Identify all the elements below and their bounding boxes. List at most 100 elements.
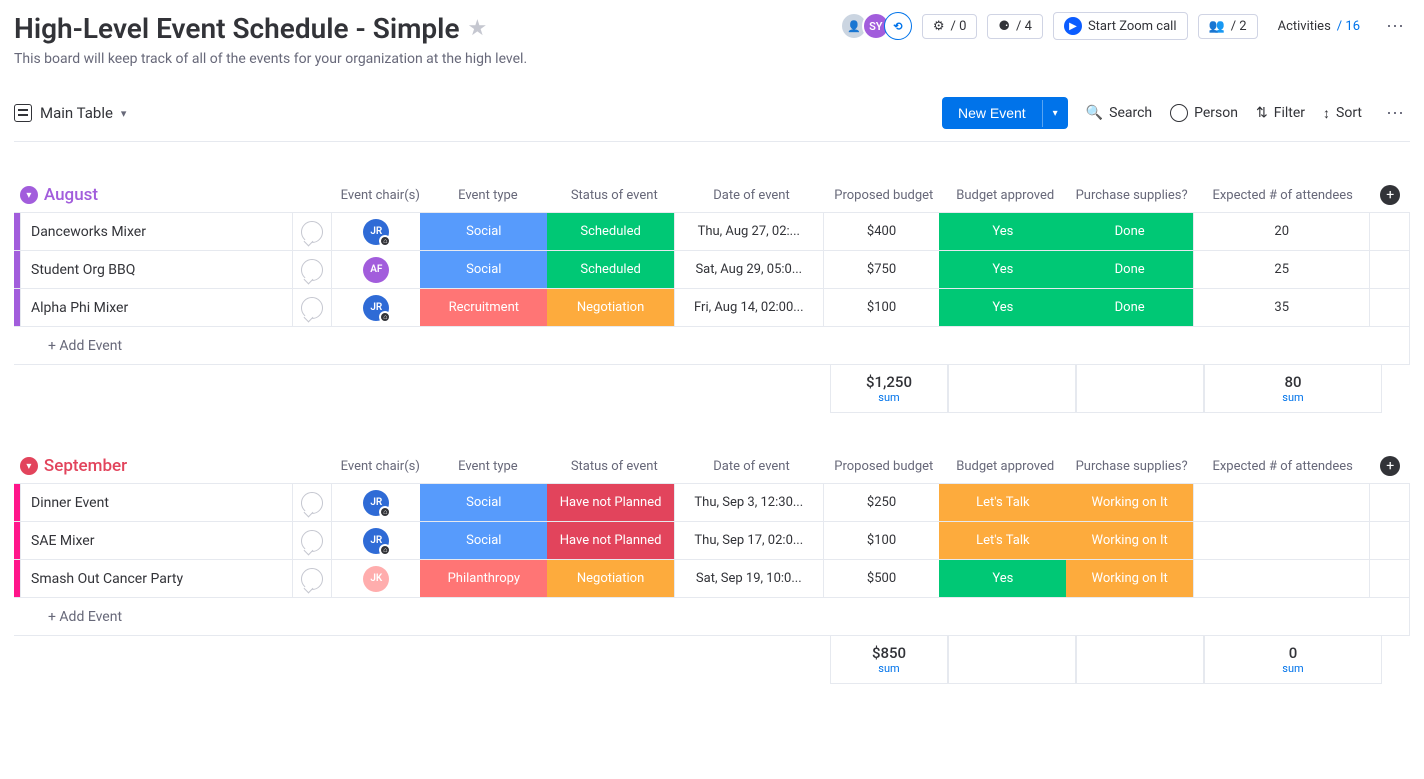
event-type-cell[interactable]: Philanthropy: [420, 560, 547, 597]
add-event-button[interactable]: + Add Event: [20, 338, 122, 354]
item-name-cell[interactable]: Student Org BBQ: [20, 251, 292, 288]
purchase-supplies-cell[interactable]: Done: [1066, 289, 1193, 326]
board-members-avatars[interactable]: 👤 SY ⟲: [846, 12, 912, 40]
column-header-date[interactable]: Date of event: [677, 188, 825, 203]
conversation-button[interactable]: [292, 251, 332, 288]
budget-approved-cell[interactable]: Let's Talk: [939, 522, 1066, 559]
conversation-button[interactable]: [292, 522, 332, 559]
attendees-cell[interactable]: [1193, 522, 1369, 559]
item-name-cell[interactable]: Danceworks Mixer: [20, 213, 292, 250]
event-chair-cell[interactable]: AF: [331, 251, 420, 288]
filter-button[interactable]: ⇅ Filter: [1256, 105, 1305, 121]
add-column-icon[interactable]: +: [1380, 456, 1400, 476]
budget-approved-cell[interactable]: Yes: [939, 251, 1066, 288]
budget-cell[interactable]: $250: [823, 484, 940, 521]
budget-approved-cell[interactable]: Yes: [939, 213, 1066, 250]
date-cell[interactable]: Thu, Aug 27, 02:...: [674, 213, 823, 250]
new-event-button[interactable]: New Event ▾: [942, 97, 1068, 129]
purchase-supplies-cell[interactable]: Working on It: [1066, 484, 1193, 521]
attendees-cell[interactable]: 35: [1193, 289, 1369, 326]
item-name-cell[interactable]: Smash Out Cancer Party: [20, 560, 292, 597]
purchase-supplies-cell[interactable]: Done: [1066, 213, 1193, 250]
event-chair-cell[interactable]: JR⌂: [331, 484, 420, 521]
avatar-invite[interactable]: ⟲: [884, 12, 912, 40]
board-description[interactable]: This board will keep track of all of the…: [14, 51, 527, 67]
table-row[interactable]: Danceworks Mixer JR⌂ Social Scheduled Th…: [14, 212, 1409, 250]
activities-chip[interactable]: Activities / 16: [1268, 15, 1370, 38]
event-type-cell[interactable]: Social: [420, 251, 547, 288]
members-chip[interactable]: 👥 / 2: [1198, 14, 1258, 39]
star-icon[interactable]: ★: [468, 16, 488, 41]
status-cell[interactable]: Scheduled: [547, 251, 674, 288]
group-collapse-icon[interactable]: ▾: [20, 186, 38, 204]
column-header-date[interactable]: Date of event: [677, 459, 825, 474]
add-event-button[interactable]: + Add Event: [20, 609, 122, 625]
column-header-approved[interactable]: Budget approved: [942, 188, 1068, 203]
table-row[interactable]: Dinner Event JR⌂ Social Have not Planned…: [14, 483, 1409, 521]
date-cell[interactable]: Sat, Aug 29, 05:0...: [674, 251, 823, 288]
person-filter-button[interactable]: Person: [1170, 104, 1238, 122]
attendees-cell[interactable]: [1193, 484, 1369, 521]
more-icon[interactable]: ⋯: [1380, 16, 1410, 37]
item-name-cell[interactable]: Alpha Phi Mixer: [20, 289, 292, 326]
column-header-status[interactable]: Status of event: [551, 188, 677, 203]
board-title[interactable]: High-Level Event Schedule - Simple: [14, 12, 460, 45]
item-name-cell[interactable]: Dinner Event: [20, 484, 292, 521]
budget-cell[interactable]: $750: [823, 251, 940, 288]
item-name-cell[interactable]: SAE Mixer: [20, 522, 292, 559]
budget-approved-cell[interactable]: Yes: [939, 560, 1066, 597]
attendees-cell[interactable]: 20: [1193, 213, 1369, 250]
table-row[interactable]: SAE Mixer JR⌂ Social Have not Planned Th…: [14, 521, 1409, 559]
column-header-budget[interactable]: Proposed budget: [826, 459, 943, 474]
status-cell[interactable]: Have not Planned: [547, 522, 674, 559]
integrations-chip[interactable]: ⚙ / 0: [922, 14, 978, 39]
status-cell[interactable]: Negotiation: [547, 289, 674, 326]
table-row[interactable]: Student Org BBQ AF Social Scheduled Sat,…: [14, 250, 1409, 288]
group-title[interactable]: August: [44, 185, 98, 205]
event-type-cell[interactable]: Social: [420, 484, 547, 521]
search-button[interactable]: 🔍 Search: [1086, 105, 1152, 121]
column-header-supplies[interactable]: Purchase supplies?: [1068, 459, 1194, 474]
column-header-attendees[interactable]: Expected # of attendees: [1195, 459, 1371, 474]
add-column-icon[interactable]: +: [1380, 185, 1400, 205]
budget-cell[interactable]: $500: [823, 560, 940, 597]
more-icon[interactable]: ⋯: [1380, 103, 1410, 124]
event-chair-cell[interactable]: JR⌂: [331, 522, 420, 559]
conversation-button[interactable]: [292, 213, 332, 250]
column-header-budget[interactable]: Proposed budget: [826, 188, 943, 203]
column-header-attendees[interactable]: Expected # of attendees: [1195, 188, 1371, 203]
group-collapse-icon[interactable]: ▾: [20, 457, 38, 475]
status-cell[interactable]: Have not Planned: [547, 484, 674, 521]
table-row[interactable]: Smash Out Cancer Party JK Philanthropy N…: [14, 559, 1409, 597]
column-header-chair[interactable]: Event chair(s): [336, 188, 425, 203]
attendees-cell[interactable]: 25: [1193, 251, 1369, 288]
purchase-supplies-cell[interactable]: Working on It: [1066, 560, 1193, 597]
group-title[interactable]: September: [44, 456, 127, 476]
event-type-cell[interactable]: Social: [420, 522, 547, 559]
budget-cell[interactable]: $400: [823, 213, 940, 250]
chevron-down-icon[interactable]: ▾: [1042, 100, 1068, 127]
view-tab-main[interactable]: Main Table ▾: [14, 104, 126, 122]
event-type-cell[interactable]: Social: [420, 213, 547, 250]
conversation-button[interactable]: [292, 560, 332, 597]
status-cell[interactable]: Negotiation: [547, 560, 674, 597]
date-cell[interactable]: Sat, Sep 19, 10:0...: [674, 560, 823, 597]
column-header-approved[interactable]: Budget approved: [942, 459, 1068, 474]
attendees-cell[interactable]: [1193, 560, 1369, 597]
date-cell[interactable]: Thu, Sep 3, 12:30...: [674, 484, 823, 521]
column-header-status[interactable]: Status of event: [551, 459, 677, 474]
zoom-button[interactable]: ▶ Start Zoom call: [1053, 12, 1188, 40]
budget-approved-cell[interactable]: Let's Talk: [939, 484, 1066, 521]
date-cell[interactable]: Thu, Sep 17, 02:0...: [674, 522, 823, 559]
budget-cell[interactable]: $100: [823, 522, 940, 559]
event-chair-cell[interactable]: JR⌂: [331, 213, 420, 250]
automations-chip[interactable]: ⚈ / 4: [987, 14, 1043, 39]
purchase-supplies-cell[interactable]: Working on It: [1066, 522, 1193, 559]
event-chair-cell[interactable]: JK: [331, 560, 420, 597]
conversation-button[interactable]: [292, 484, 332, 521]
date-cell[interactable]: Fri, Aug 14, 02:00...: [674, 289, 823, 326]
budget-approved-cell[interactable]: Yes: [939, 289, 1066, 326]
event-type-cell[interactable]: Recruitment: [420, 289, 547, 326]
column-header-type[interactable]: Event type: [425, 188, 551, 203]
sort-button[interactable]: ↕ Sort: [1323, 105, 1362, 122]
